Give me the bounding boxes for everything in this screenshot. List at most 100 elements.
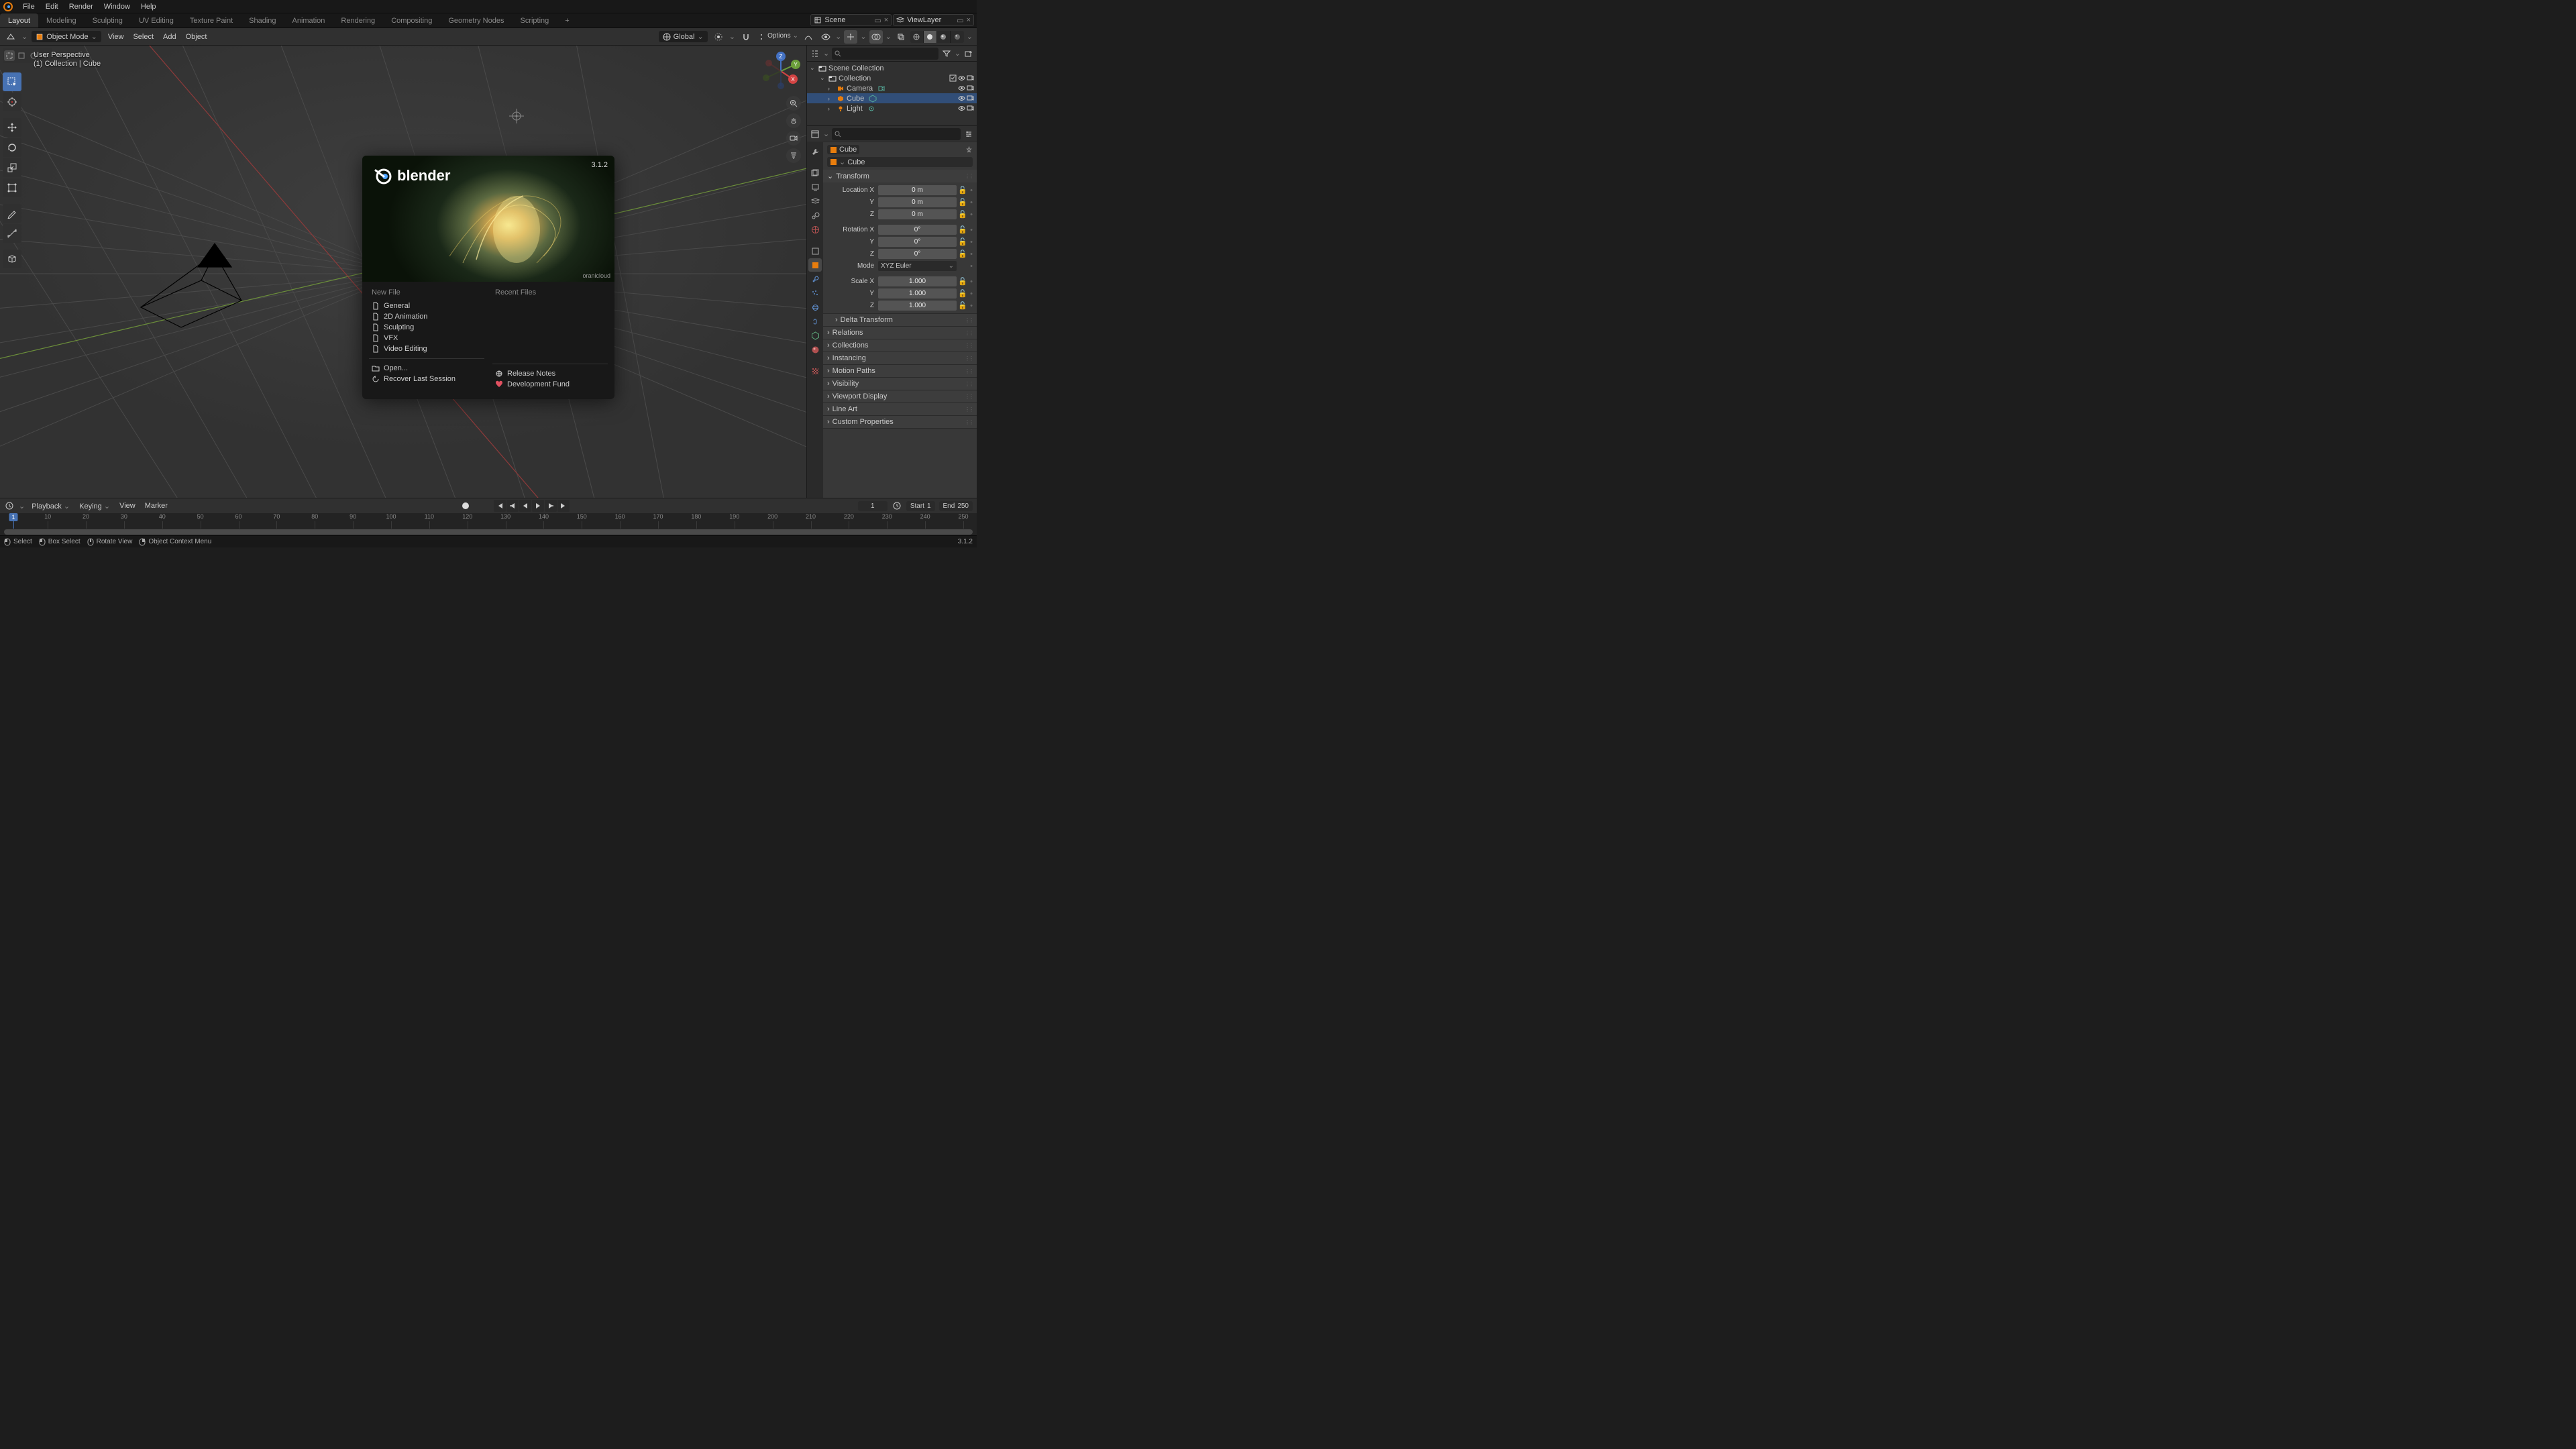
scene-delete-icon[interactable]: ×	[884, 16, 888, 24]
tab-mesh-data[interactable]	[808, 329, 822, 342]
options-icon[interactable]	[963, 129, 974, 140]
chevron-right-icon[interactable]: ›	[828, 95, 835, 102]
lock-icon[interactable]: 🔓	[958, 250, 967, 258]
viewport-menu-object[interactable]: Object	[183, 32, 210, 42]
editor-type-icon[interactable]	[4, 30, 17, 44]
splash-development-fund[interactable]: Development Fund	[495, 379, 605, 390]
lock-icon[interactable]: 🔓	[958, 289, 967, 298]
render-icon[interactable]	[967, 105, 974, 112]
render-icon[interactable]	[967, 74, 974, 82]
outliner-camera[interactable]: › Camera	[807, 83, 977, 93]
tab-material[interactable]	[808, 343, 822, 356]
shading-rendered-icon[interactable]	[951, 31, 964, 43]
anim-dot[interactable]: •	[969, 199, 974, 207]
menu-help[interactable]: Help	[136, 1, 162, 13]
scale-z-field[interactable]: 1.000	[878, 301, 957, 311]
template-vfx[interactable]: VFX	[372, 333, 482, 343]
anim-dot[interactable]: •	[969, 290, 974, 298]
pan-icon[interactable]	[786, 113, 801, 128]
workspace-rendering[interactable]: Rendering	[333, 13, 383, 28]
outliner-light[interactable]: › Light	[807, 103, 977, 113]
data-name-box[interactable]: ⌄ Cube	[827, 157, 973, 167]
auto-keying-icon[interactable]	[459, 499, 472, 513]
workspace-scripting[interactable]: Scripting	[512, 13, 557, 28]
scene-selector[interactable]: ▭ ×	[810, 14, 892, 26]
outliner-collection[interactable]: ⌄ Collection	[807, 73, 977, 83]
anim-dot[interactable]: •	[969, 226, 974, 234]
tab-viewlayer[interactable]	[808, 195, 822, 208]
interaction-mode[interactable]: Object Mode ⌄	[32, 31, 101, 42]
transform-orientation[interactable]: Global ⌄	[659, 31, 708, 42]
timeline-playback-menu[interactable]: Playback ⌄	[29, 500, 72, 512]
anim-dot[interactable]: •	[969, 302, 974, 310]
scale-y-field[interactable]: 1.000	[878, 288, 957, 299]
tab-particles[interactable]	[808, 286, 822, 300]
visibility-header[interactable]: ›Visibility	[823, 378, 977, 390]
scrollbar-thumb[interactable]	[4, 529, 973, 535]
end-frame-field[interactable]: End 250	[939, 501, 973, 511]
template-sculpting[interactable]: Sculpting	[372, 322, 482, 333]
outliner-filter-icon[interactable]	[941, 48, 952, 59]
start-frame-field[interactable]: Start 1	[906, 501, 935, 511]
tab-object[interactable]	[808, 258, 822, 272]
splash-release-notes[interactable]: Release Notes	[495, 368, 605, 379]
tool-select-box[interactable]	[3, 72, 21, 91]
tab-texture[interactable]	[808, 364, 822, 378]
pin-icon[interactable]	[965, 146, 973, 154]
lock-icon[interactable]: 🔓	[958, 225, 967, 234]
tool-transform[interactable]	[3, 178, 21, 197]
outliner-cube[interactable]: › Cube	[807, 93, 977, 103]
tab-modifiers[interactable]	[808, 272, 822, 286]
workspace-layout[interactable]: Layout	[0, 13, 38, 28]
tab-world[interactable]	[808, 223, 822, 236]
camera-view-icon[interactable]	[786, 131, 801, 146]
tool-measure[interactable]	[3, 224, 21, 243]
viewport-menu-view[interactable]: View	[105, 32, 127, 42]
workspace-texturepaint[interactable]: Texture Paint	[182, 13, 241, 28]
zoom-icon[interactable]	[786, 96, 801, 111]
xray-toggle-icon[interactable]	[894, 30, 908, 44]
scene-new-icon[interactable]: ▭	[874, 16, 881, 25]
outliner-editor-icon[interactable]	[810, 48, 820, 59]
location-x-field[interactable]: 0 m	[878, 185, 957, 195]
select-mode-box-icon[interactable]	[16, 50, 27, 61]
exclude-checkbox-icon[interactable]	[949, 74, 957, 82]
timeline-editor-icon[interactable]	[4, 500, 15, 511]
lineart-header[interactable]: ›Line Art	[823, 403, 977, 415]
viewlayer-new-icon[interactable]: ▭	[957, 16, 963, 25]
outliner-scene-collection[interactable]: ⌄ Scene Collection	[807, 63, 977, 73]
snap-toggle-icon[interactable]	[739, 30, 753, 44]
outliner-new-collection-icon[interactable]	[963, 48, 974, 59]
tool-move[interactable]	[3, 118, 21, 137]
rotation-y-field[interactable]: 0°	[878, 237, 957, 247]
falloff-icon[interactable]	[802, 30, 815, 44]
outliner-search[interactable]	[832, 48, 938, 60]
location-y-field[interactable]: 0 m	[878, 197, 957, 207]
jump-start-icon[interactable]	[494, 500, 506, 512]
tab-render[interactable]	[808, 166, 822, 180]
viewlayer-name-input[interactable]	[907, 16, 954, 24]
tab-physics[interactable]	[808, 301, 822, 314]
menu-render[interactable]: Render	[64, 1, 99, 13]
anim-dot[interactable]: •	[969, 211, 974, 219]
tool-rotate[interactable]	[3, 138, 21, 157]
menu-window[interactable]: Window	[99, 1, 136, 13]
tool-cursor[interactable]	[3, 93, 21, 111]
eye-icon[interactable]	[958, 85, 965, 92]
workspace-animation[interactable]: Animation	[284, 13, 333, 28]
chevron-right-icon[interactable]: ›	[828, 105, 835, 112]
rotation-x-field[interactable]: 0°	[878, 225, 957, 235]
chevron-down-icon[interactable]: ⌄	[820, 74, 826, 82]
lock-icon[interactable]: 🔓	[958, 237, 967, 246]
template-2d-animation[interactable]: 2D Animation	[372, 311, 482, 322]
shading-material-icon[interactable]	[937, 31, 951, 43]
transform-header[interactable]: ⌄Transform	[823, 170, 977, 182]
rotation-mode-select[interactable]: XYZ Euler	[878, 261, 957, 271]
instancing-header[interactable]: ›Instancing	[823, 352, 977, 364]
use-preview-range-icon[interactable]	[892, 500, 902, 511]
custom-properties-header[interactable]: ›Custom Properties	[823, 416, 977, 428]
motion-paths-header[interactable]: ›Motion Paths	[823, 365, 977, 377]
timeline-marker-menu[interactable]: Marker	[142, 500, 170, 511]
lock-icon[interactable]: 🔓	[958, 301, 967, 310]
prev-keyframe-icon[interactable]	[506, 500, 519, 512]
